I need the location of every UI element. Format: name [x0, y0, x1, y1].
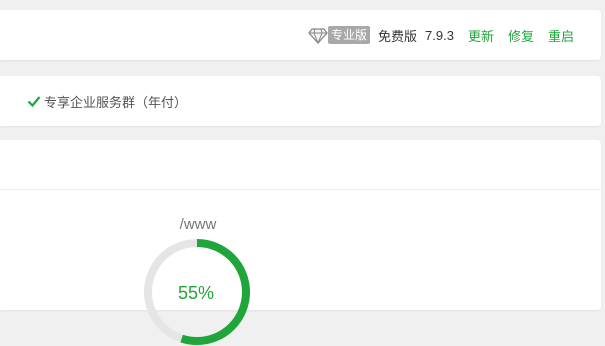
diamond-icon	[308, 28, 328, 45]
disk-panel	[0, 140, 601, 310]
feature-item-enterprise-group: 专享企业服务群（年付）	[44, 94, 188, 110]
restart-link[interactable]: 重启	[548, 26, 574, 45]
edition-label: 免费版	[378, 28, 418, 44]
version-area: 专业版 免费版 7.9.3 更新 修复 重启	[308, 25, 574, 45]
version-number: 7.9.3	[425, 27, 454, 43]
pro-features-bar: ） 专享企业服务群（年付）	[0, 76, 601, 126]
feature-list: ） 专享企业服务群（年付）	[0, 92, 187, 110]
check-icon	[27, 96, 41, 108]
top-bar: 专业版 免费版 7.9.3 更新 修复 重启	[0, 10, 601, 60]
update-link[interactable]: 更新	[468, 26, 494, 45]
pro-edition-badge[interactable]: 专业版	[328, 26, 371, 44]
disk-usage-percent: 55%	[177, 283, 215, 303]
panel-divider	[0, 189, 601, 190]
disk-path: /www	[179, 216, 217, 233]
repair-link[interactable]: 修复	[508, 26, 534, 45]
feature-item-partial: ）	[0, 92, 7, 111]
